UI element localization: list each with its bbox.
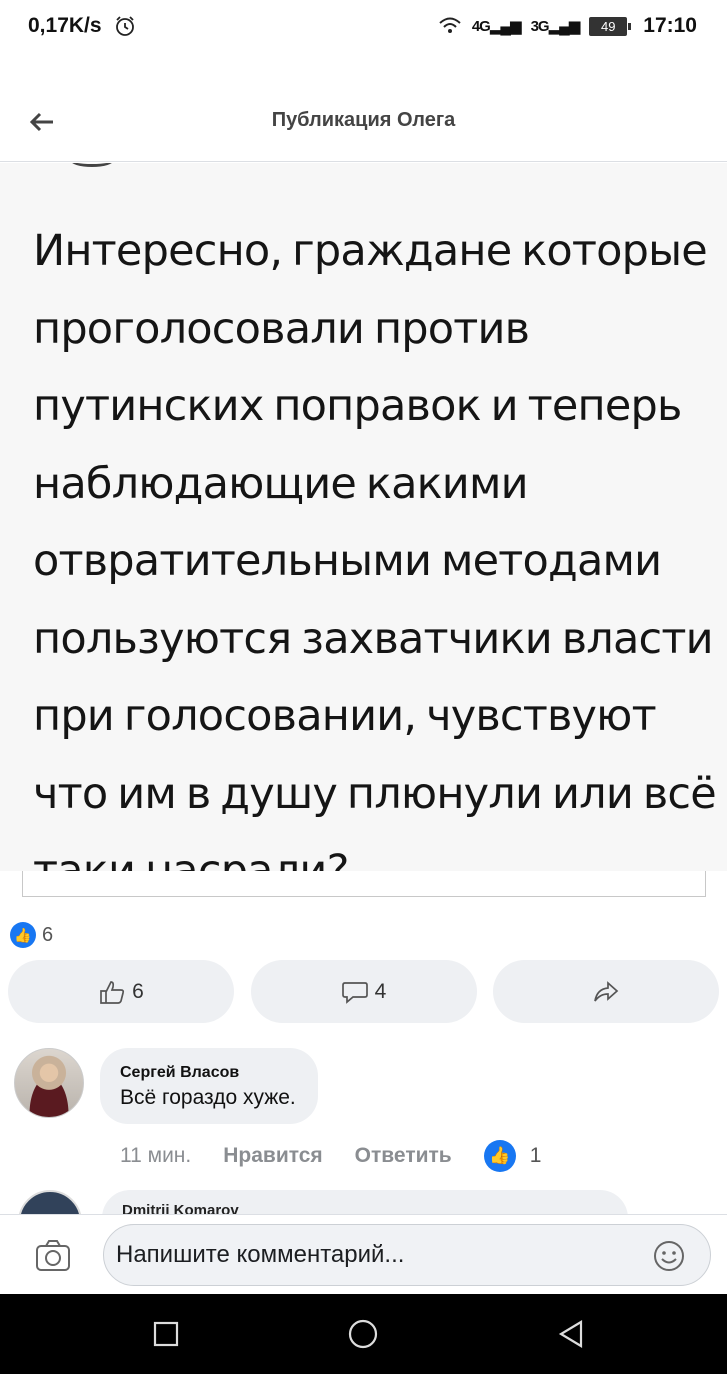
signal-4g-label: 4G	[471, 18, 491, 35]
comment-author[interactable]: Сергей Власов	[120, 1064, 296, 1082]
comment-bubble[interactable]: Сергей Власов Всё гораздо хуже.	[100, 1048, 318, 1124]
comment-like-reaction-icon[interactable]: 👍	[483, 1140, 516, 1172]
signal-3g-icon: 3G▂▄▆	[530, 18, 581, 35]
image-decoration	[70, 163, 114, 167]
recent-apps-icon[interactable]	[150, 1318, 182, 1350]
status-bar: 0,17K/s 4G▂▄▆ 3G▂▄▆ 49 17:10	[0, 0, 727, 52]
signal-3g-label: 3G	[530, 18, 550, 35]
battery-icon: 49	[589, 16, 632, 36]
like-count: 6	[132, 979, 144, 1003]
alarm-clock-icon	[115, 16, 134, 36]
comment-text: Всё гораздо хуже.	[120, 1086, 296, 1109]
like-reaction-icon: 👍	[10, 922, 36, 948]
emoji-icon[interactable]	[652, 1239, 686, 1273]
comment-meta: 11 мин. Нравится Ответить 👍 1	[120, 1140, 541, 1172]
thumbs-up-icon	[100, 980, 125, 1004]
post-actions: 6 4	[8, 960, 719, 1023]
reactions-count: 6	[42, 923, 54, 946]
comment-reactions-count: 1	[529, 1144, 542, 1167]
clock: 17:10	[643, 14, 697, 37]
signal-4g-icon: 4G▂▄▆	[471, 18, 522, 35]
comment-like-link[interactable]: Нравится	[223, 1144, 322, 1168]
avatar[interactable]	[18, 1190, 82, 1214]
avatar[interactable]	[14, 1048, 84, 1118]
share-button[interactable]	[493, 960, 719, 1023]
wifi-icon	[439, 17, 461, 33]
navigation-bar	[0, 1294, 727, 1374]
post-image-text: Интересно, граждане которые проголосовал…	[33, 226, 717, 871]
comment-count: 4	[374, 979, 387, 1003]
back-nav-icon[interactable]	[555, 1318, 587, 1350]
image-frame	[22, 871, 706, 897]
comment-item-partial: Dmitrii Komarov	[14, 1188, 714, 1214]
page-title: Публикация Олега	[271, 109, 456, 131]
comment-time: 11 мин.	[120, 1144, 192, 1167]
home-icon[interactable]	[347, 1318, 379, 1350]
like-button[interactable]: 6	[8, 960, 234, 1023]
top-bar: Публикация Олега	[0, 82, 727, 162]
comment-bubble-icon	[341, 981, 368, 1004]
comment-composer	[0, 1214, 727, 1294]
comment-reply-link[interactable]: Ответить	[355, 1144, 452, 1168]
post-image[interactable]: Интересно, граждане которые проголосовал…	[0, 163, 727, 871]
comment-input[interactable]	[103, 1224, 711, 1286]
comment-button[interactable]: 4	[250, 960, 477, 1023]
comment-author[interactable]: Dmitrii Komarov	[122, 1202, 239, 1214]
camera-icon[interactable]	[34, 1237, 72, 1275]
share-arrow-icon	[594, 980, 619, 1002]
network-speed: 0,17K/s	[28, 14, 102, 37]
reactions-summary[interactable]: 👍 6	[10, 922, 53, 948]
